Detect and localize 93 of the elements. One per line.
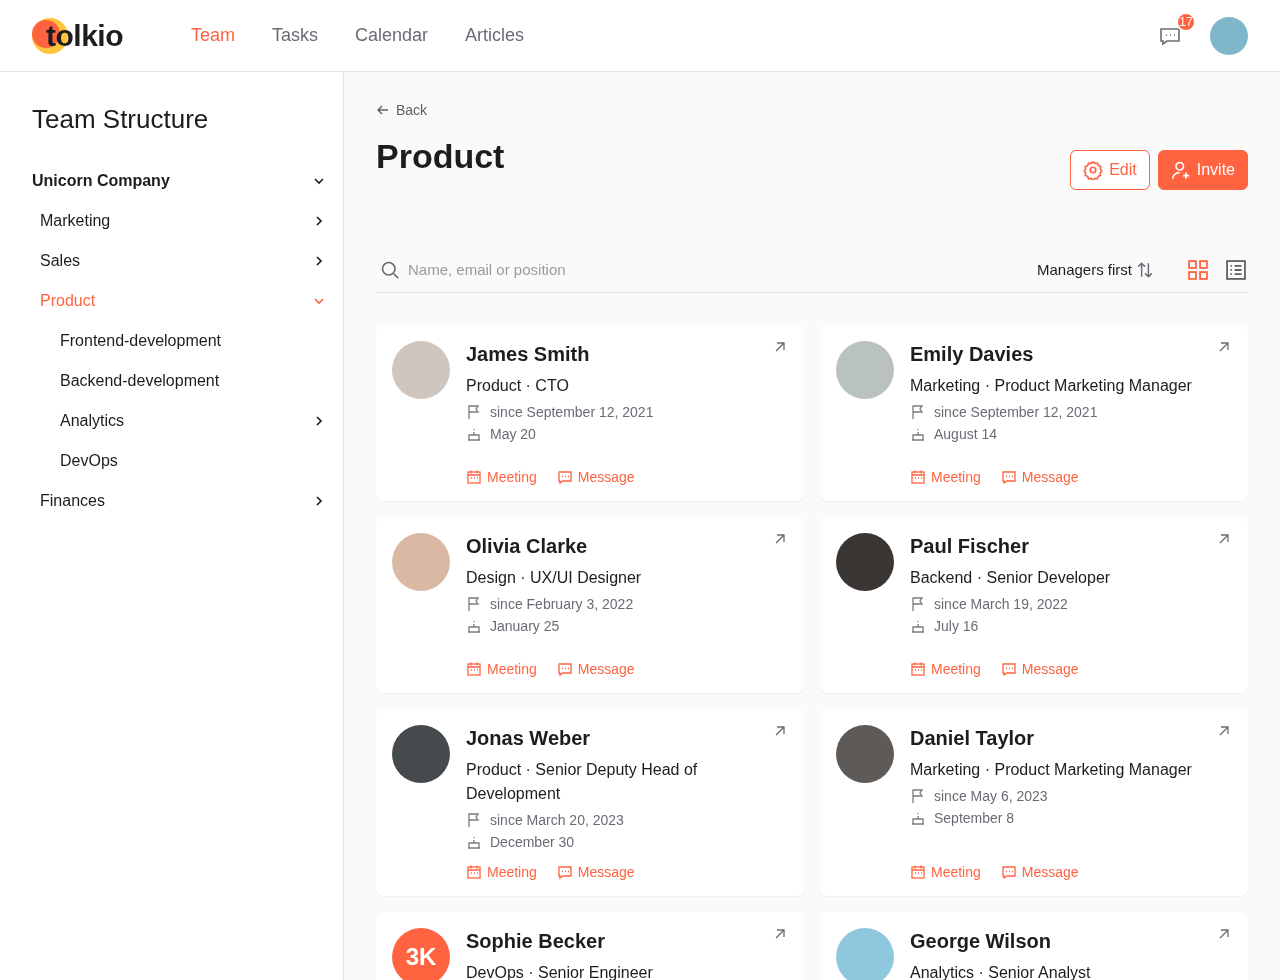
view-toggle[interactable] — [1186, 257, 1210, 282]
person-role: Product · Senior Deputy Head of Development — [466, 760, 699, 804]
flag-icon — [910, 404, 926, 420]
chat-icon — [556, 661, 573, 677]
flag-icon — [466, 596, 482, 612]
calendar-icon — [466, 661, 482, 677]
message-link[interactable]: Message — [1000, 661, 1079, 677]
start-date: since September 12, 2021 — [934, 404, 1098, 420]
tree-item[interactable]: Product — [32, 281, 327, 321]
invite-button[interactable]: Invite — [1157, 150, 1248, 190]
back-link[interactable]: Back — [376, 102, 428, 118]
meeting-link[interactable]: Meeting — [466, 469, 537, 485]
tree-item[interactable]: Sales — [32, 241, 327, 281]
person-name: Sophie Becker — [466, 930, 606, 953]
person-role: Product · CTO — [466, 376, 570, 396]
settings-icon — [1083, 160, 1104, 180]
chat-icon — [1000, 661, 1017, 677]
calendar-icon — [466, 864, 482, 880]
edit-button[interactable]: Edit — [1070, 150, 1150, 190]
tree-item[interactable]: DevOps — [32, 441, 327, 481]
message-link[interactable]: Message — [1000, 864, 1079, 880]
cake-icon — [466, 618, 482, 634]
person-role: Design · UX/UI Designer — [466, 568, 643, 588]
nav-link[interactable]: Articles — [465, 25, 525, 46]
calendar-icon — [910, 469, 926, 485]
flag-icon — [466, 404, 482, 420]
notification-badge: 17 — [1176, 11, 1196, 32]
birthday-date: January 25 — [490, 618, 560, 634]
person-name: James Smith — [466, 343, 591, 366]
nav-link[interactable]: Team — [191, 25, 235, 46]
start-date: since March 19, 2022 — [934, 596, 1068, 612]
message-link[interactable]: Message — [556, 469, 635, 485]
chat-icon — [556, 469, 573, 485]
search-field[interactable]: Name, email or position — [406, 260, 706, 279]
birthday-date: December 30 — [490, 834, 575, 850]
message-link[interactable]: Message — [556, 864, 635, 880]
person-name: Olivia Clarke — [466, 535, 589, 558]
birthday-date: May 20 — [490, 426, 536, 442]
meeting-link[interactable]: Meeting — [910, 469, 981, 485]
cake-icon — [910, 810, 926, 826]
calendar-icon — [910, 661, 926, 677]
calendar-icon — [466, 469, 482, 485]
calendar-icon — [910, 864, 926, 880]
sort-button[interactable]: Managers first — [1036, 260, 1154, 279]
flag-icon — [910, 596, 926, 612]
cake-icon — [466, 426, 482, 442]
tree-item[interactable]: Unicorn Company — [32, 161, 327, 201]
birthday-date: September 8 — [934, 810, 1015, 826]
flag-icon — [910, 788, 926, 804]
person-role: Marketing · Product Marketing Manager — [910, 760, 1193, 780]
chat-icon — [556, 864, 573, 880]
arrow-left-icon — [376, 103, 390, 117]
tree-item[interactable]: Finances — [32, 481, 327, 521]
chat-icon — [1000, 864, 1017, 880]
page-title: Product — [376, 137, 505, 176]
add-user-icon — [1170, 160, 1191, 180]
birthday-date: July 16 — [934, 618, 979, 634]
person-role: Backend · Senior Developer — [910, 568, 1112, 588]
cake-icon — [910, 618, 926, 634]
tree-item[interactable]: Marketing — [32, 201, 327, 241]
person-role: Marketing · Product Marketing Manager — [910, 376, 1193, 396]
person-name: Daniel Taylor — [910, 727, 1036, 750]
tree-item[interactable]: Backend-development — [32, 361, 327, 401]
cake-icon — [466, 834, 482, 850]
nav-link[interactable]: Tasks — [272, 25, 319, 46]
search-icon — [380, 259, 400, 280]
sort-icon — [1136, 260, 1154, 279]
tree-item[interactable]: Frontend-development — [32, 321, 327, 361]
flag-icon — [466, 812, 482, 828]
tree-item[interactable]: Analytics — [32, 401, 327, 441]
message-link[interactable]: Message — [556, 661, 635, 677]
meeting-link[interactable]: Meeting — [910, 864, 981, 880]
meeting-link[interactable]: Meeting — [910, 661, 981, 677]
start-date: since May 6, 2023 — [934, 788, 1048, 804]
meeting-link[interactable]: Meeting — [466, 864, 537, 880]
grid-icon — [1187, 258, 1209, 281]
person-name: Jonas Weber — [466, 727, 592, 750]
view-toggle[interactable] — [1224, 257, 1248, 282]
cake-icon — [910, 426, 926, 442]
chat-icon — [1000, 469, 1017, 485]
person-name: Emily Davies — [910, 343, 1035, 366]
sidebar-title: Team Structure — [32, 104, 210, 135]
start-date: since February 3, 2022 — [490, 596, 634, 612]
start-date: since September 12, 2021 — [490, 404, 654, 420]
person-name: Paul Fischer — [910, 535, 1030, 558]
start-date: since March 20, 2023 — [490, 812, 624, 828]
meeting-link[interactable]: Meeting — [466, 661, 537, 677]
initials-avatar: 3K — [392, 928, 450, 980]
message-link[interactable]: Message — [1000, 469, 1079, 485]
list-icon — [1225, 258, 1247, 281]
birthday-date: August 14 — [934, 426, 998, 442]
nav-link[interactable]: Calendar — [355, 25, 429, 46]
person-name: George Wilson — [910, 930, 1052, 953]
